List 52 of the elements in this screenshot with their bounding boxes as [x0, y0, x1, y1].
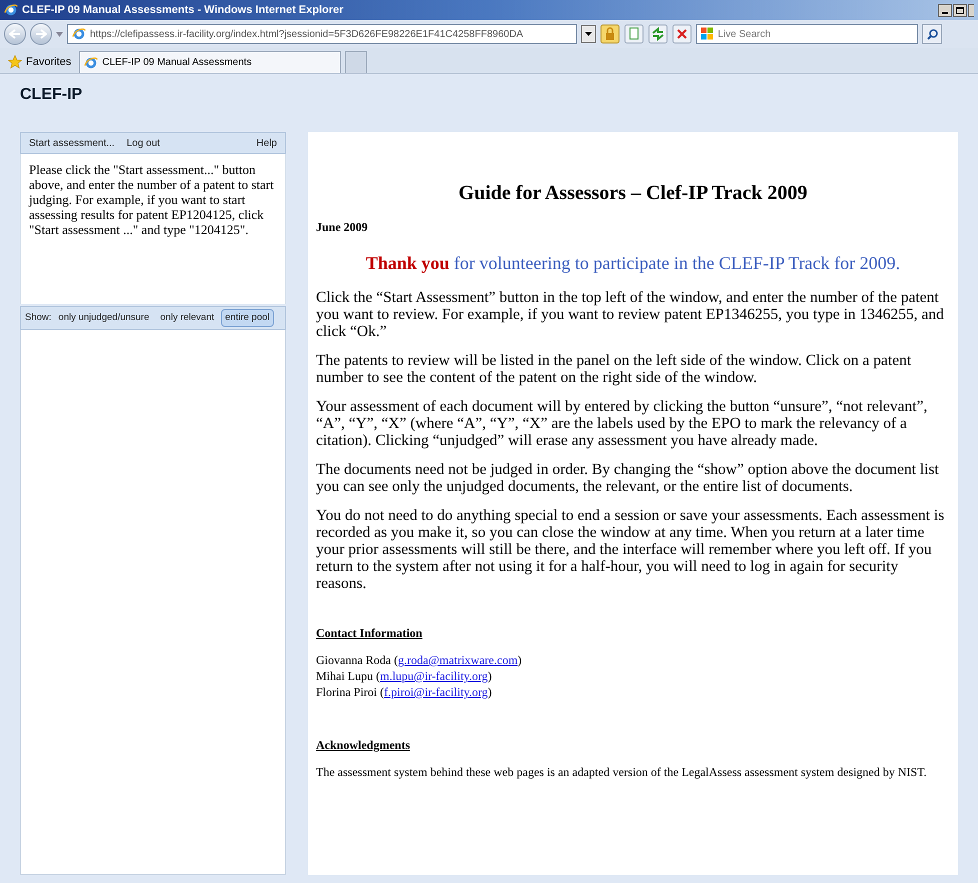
guide-paragraph: Click the “Start Assessment” button in the top left of the window, and enter the number of the patent you want to review. For example, if you want to review patent EP1346255, you type in 1346255, and click “Ok.” — [316, 289, 945, 340]
forward-button[interactable] — [30, 23, 52, 45]
guide-paragraph: The patents to review will be listed in the panel on the left side of the window. Click on a patent number to see the content of the patent on the right side of the window. — [316, 352, 912, 386]
show-label: Show: — [25, 310, 52, 325]
guide-title: Guide for Assessors – Clef-IP Track 2009 — [458, 181, 808, 206]
instructions-text: Please click the "Start assessment..." button above, and enter the number of a patent to start judging. For example, if you want to start assessing results for patent EP1204125, click "Start assessment ..." and type "1204125". — [29, 162, 275, 237]
refresh-icon[interactable] — [648, 24, 668, 44]
guide-paragraph: Your assessment of each document will by entered by clicking the button “unsure”, “not relevant”, “A”, “Y”, “X” (where “A”, “Y”, “X” are the labels used by the EPO to mark the relevancy of a citation). Clicking “unjudged” will erase any assessment you have already made. — [316, 398, 928, 449]
guide-paragraph: The documents need not be judged in order. By changing the “show” option above the document list you can see only the unjudged documents, the relevant, or the entire list of documents. — [316, 461, 940, 495]
address-field[interactable]: https://clefipassess.ir-facility.org/index.html?jsessionid=5F3D626FE98226E1F41C4258FF8960DA — [67, 24, 577, 44]
browser-tab[interactable]: CLEF-IP 09 Manual Assessments — [79, 51, 342, 73]
search-input[interactable]: Live Search — [718, 26, 913, 42]
minimize-button[interactable] — [938, 4, 952, 16]
thanks-text: Thank you for volunteering to participate in the CLEF-IP Track for 2009. — [364, 252, 902, 275]
star-icon — [8, 55, 22, 69]
acknowledgments-text: The assessment system behind these web pages is an adapted version of the LegalAssess assessment system designed by NIST. — [316, 764, 928, 780]
guide-paragraph: You do not need to do anything special to end a session or save your assessments. Each assessment is recorded as you make it, so you can close the window at any time. When you return at a later time your prior assessments will still be there, and the interface will remember where you left off. If you return to the system after not using it for a half-hour, you will need to log in again for security reasons. — [316, 507, 946, 592]
guide-date: June 2009 — [316, 219, 369, 236]
acknowledgments-heading: Acknowledgments — [316, 737, 412, 754]
window-title: CLEF-IP 09 Manual Assessments - Windows Internet Explorer — [22, 2, 344, 18]
filter-option[interactable]: only relevant — [156, 309, 218, 327]
help-link[interactable]: Help — [256, 136, 277, 150]
stop-icon[interactable] — [672, 24, 692, 44]
email-link[interactable]: m.lupu@ir-facility.org — [380, 669, 488, 683]
favorites-button[interactable]: Favorites — [4, 51, 76, 73]
contact-line: Mihai Lupu (m.lupu@ir-facility.org) — [316, 668, 493, 684]
filter-option[interactable]: entire pool — [221, 309, 274, 327]
dropdown-button[interactable] — [581, 25, 596, 43]
browser-logo-icon — [72, 27, 86, 41]
search-icon — [926, 28, 938, 40]
maximize-button[interactable] — [953, 4, 967, 16]
back-button[interactable] — [4, 23, 26, 45]
contact-line: Florina Piroi (f.piroi@ir-facility.org) — [316, 684, 493, 700]
site-title: CLEF-IP — [20, 85, 84, 105]
browser-logo-icon — [4, 3, 18, 17]
left-arrow-icon — [9, 29, 21, 39]
dropdown-arrow-icon[interactable] — [56, 32, 63, 36]
page-icon[interactable] — [624, 24, 644, 44]
search-provider-icon — [701, 27, 714, 41]
right-arrow-icon — [35, 29, 47, 39]
caret-icon — [585, 32, 592, 36]
contact-line: Giovanna Roda (g.roda@matrixware.com) — [316, 652, 523, 668]
close-button[interactable] — [968, 4, 974, 16]
search-button[interactable] — [922, 24, 942, 44]
filter-option[interactable]: only unjudged/unsure — [54, 309, 154, 327]
email-link[interactable]: f.piroi@ir-facility.org — [384, 685, 488, 699]
contact-heading: Contact Information — [316, 625, 424, 642]
menu-item[interactable]: Log out — [126, 136, 160, 150]
browser-logo-icon — [84, 56, 98, 70]
search-field[interactable]: Live Search — [696, 24, 918, 44]
menu-item[interactable]: Start assessment... — [29, 136, 115, 150]
email-link[interactable]: g.roda@matrixware.com — [398, 653, 518, 667]
